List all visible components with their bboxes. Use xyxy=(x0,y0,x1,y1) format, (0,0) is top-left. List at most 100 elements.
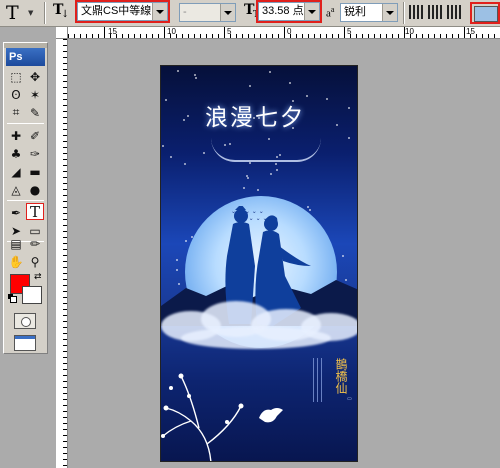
align-right-icon[interactable] xyxy=(446,5,462,19)
ruler-tick xyxy=(398,34,399,38)
align-center-icon[interactable] xyxy=(427,5,443,19)
chevron-down-icon[interactable] xyxy=(152,3,167,20)
star xyxy=(249,85,251,87)
ruler-tick xyxy=(356,34,357,38)
ruler-tick xyxy=(63,291,67,292)
crop-tool-icon[interactable]: ⌗ xyxy=(7,104,25,121)
ruler-tick xyxy=(368,34,369,38)
ruler-tick xyxy=(63,465,67,466)
ruler-tick xyxy=(63,255,67,256)
ruler-tick xyxy=(63,369,67,370)
ruler-tick xyxy=(302,34,303,38)
chevron-down-icon[interactable] xyxy=(220,4,235,21)
type-tool-icon[interactable]: T xyxy=(26,203,44,221)
antialias-value: 锐利 xyxy=(344,6,366,18)
ruler-tick xyxy=(476,34,477,38)
eraser-tool-icon[interactable]: ◢ xyxy=(7,163,25,180)
chevron-down-icon[interactable] xyxy=(304,3,319,20)
ruler-tick xyxy=(63,153,67,154)
zoom-tool-icon[interactable]: ⚲ xyxy=(26,253,44,270)
swap-colors-icon[interactable]: ⇄ xyxy=(34,272,42,282)
ruler-tick xyxy=(314,34,315,38)
ruler-tick xyxy=(254,34,255,38)
star xyxy=(348,107,350,109)
star xyxy=(183,119,185,121)
ruler-tick xyxy=(63,453,67,454)
antialias-select[interactable]: 锐利 xyxy=(340,3,398,22)
text-orientation-toggle[interactable]: T ↓ xyxy=(51,2,69,22)
hand-tool-icon[interactable]: ✋ xyxy=(7,253,25,270)
ruler-tick xyxy=(98,34,99,38)
ruler-tick xyxy=(266,34,267,38)
ruler-tick xyxy=(422,34,423,38)
ruler-tick xyxy=(74,34,75,38)
star xyxy=(184,163,186,165)
star xyxy=(187,115,189,117)
ruler-tick xyxy=(63,405,67,406)
ruler-tick xyxy=(63,75,67,76)
tool-preset-picker[interactable]: T ▼ xyxy=(4,2,40,24)
default-colors-icon[interactable] xyxy=(8,294,17,303)
lasso-tool-icon[interactable]: ʘ xyxy=(7,86,25,103)
ruler-tick xyxy=(63,393,67,394)
notes-tool-icon[interactable]: ▤ xyxy=(7,235,25,252)
gradient-tool-icon[interactable]: ▬ xyxy=(26,163,44,180)
ruler-tick xyxy=(63,363,67,364)
align-left-icon[interactable] xyxy=(408,5,424,19)
history-brush-tool-icon[interactable]: ✑ xyxy=(26,145,44,162)
star xyxy=(170,156,172,158)
ruler-tick xyxy=(152,34,153,38)
pen-tool-icon[interactable]: ✒ xyxy=(7,204,25,221)
ruler-tick xyxy=(63,303,67,304)
ruler-tick xyxy=(63,201,67,202)
ruler-tick xyxy=(482,34,483,38)
star xyxy=(336,124,338,126)
ruler-tick xyxy=(110,34,111,38)
ruler-tick xyxy=(63,345,67,346)
font-size-select[interactable]: 33.58 点 xyxy=(256,0,322,23)
slice-tool-icon[interactable]: ✎ xyxy=(26,104,44,121)
background-color-swatch[interactable] xyxy=(22,286,42,304)
ruler-tick xyxy=(63,315,67,316)
ruler-tick xyxy=(218,34,219,38)
ruler-horizontal: 15 10 5 0 5 10 15 xyxy=(56,27,500,39)
quick-mask-button[interactable] xyxy=(14,313,36,329)
ruler-tick xyxy=(284,27,285,38)
ruler-tick xyxy=(63,135,67,136)
ruler-origin[interactable] xyxy=(56,27,68,39)
ruler-tick xyxy=(212,34,213,38)
star xyxy=(176,259,178,261)
star xyxy=(326,98,328,100)
dodge-tool-icon[interactable]: ● xyxy=(26,181,44,198)
ruler-tick xyxy=(63,129,67,130)
blur-tool-icon[interactable]: ◬ xyxy=(7,181,25,198)
move-tool-icon[interactable]: ✥ xyxy=(26,68,44,85)
ruler-tick xyxy=(63,219,67,220)
clouds xyxy=(161,291,357,351)
ruler-tick xyxy=(242,34,243,38)
ruler-tick xyxy=(63,57,67,58)
ruler-tick xyxy=(362,34,363,38)
marquee-tool-icon[interactable]: ⬚ xyxy=(7,68,25,85)
font-style-select[interactable]: - xyxy=(179,3,236,22)
font-family-select[interactable]: 文鼎CS中等線 xyxy=(75,0,170,23)
magic-wand-tool-icon[interactable]: ✶ xyxy=(26,86,44,103)
brush-tool-icon[interactable]: ✐ xyxy=(26,127,44,144)
ruler-tick xyxy=(86,34,87,38)
screen-mode-button[interactable] xyxy=(14,335,36,351)
ruler-tick xyxy=(63,351,67,352)
ps-logo[interactable]: Ps xyxy=(6,48,45,66)
clone-stamp-tool-icon[interactable]: ♣ xyxy=(7,145,25,162)
ruler-tick xyxy=(452,34,453,38)
ruler-tick xyxy=(176,34,177,38)
chevron-down-icon[interactable] xyxy=(382,4,397,21)
ruler-tick xyxy=(63,111,67,112)
ruler-tick xyxy=(140,34,141,38)
healing-brush-tool-icon[interactable]: ✚ xyxy=(7,127,25,144)
ruler-tick xyxy=(63,147,67,148)
document-canvas[interactable]: ⌄ ⌄ ⌄ ⌄ ⌄ ⌄ ⌄ ⌄ ⌄ ⌄ ⌄ 浪漫七夕 鵲橋仙 ▭ xyxy=(160,65,358,462)
eyedropper-tool-icon[interactable]: ✏ xyxy=(26,235,44,252)
text-color-swatch[interactable] xyxy=(470,2,500,24)
ruler-vertical xyxy=(56,39,68,468)
star xyxy=(306,95,308,97)
